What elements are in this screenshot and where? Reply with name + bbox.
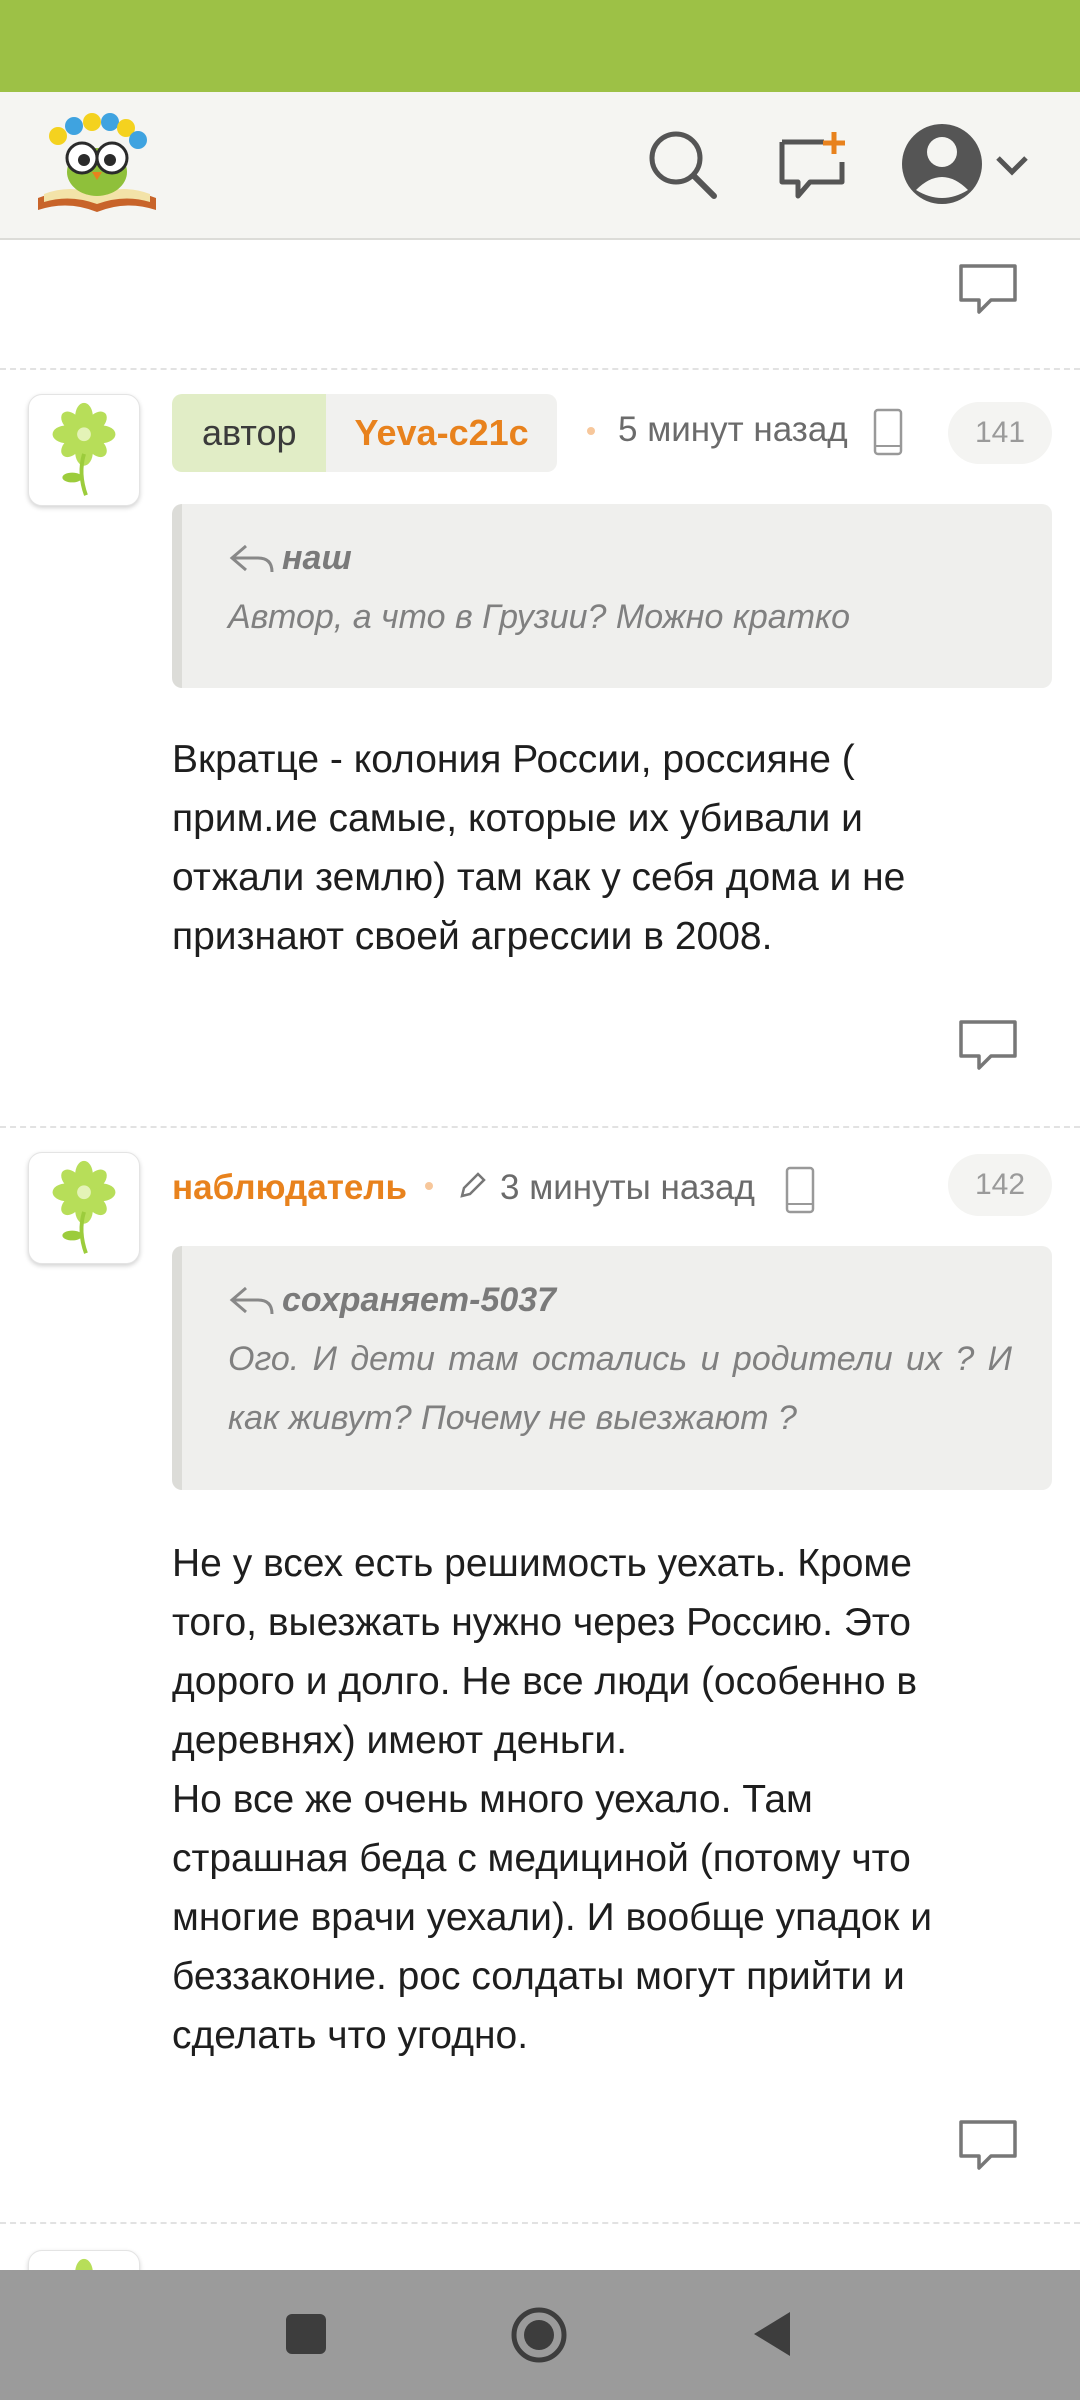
separator-dot [587,427,595,435]
back-button[interactable] [750,2310,794,2363]
search-icon[interactable] [644,126,720,202]
quote-text: Автор, а что в Грузии? Можно кратко [228,598,850,636]
post-number[interactable]: 142 [948,1154,1052,1216]
post-body: Не у всех есть решимость уехать. Кроме т… [172,1542,933,2057]
separator-dot [425,1182,433,1190]
home-button[interactable] [510,2306,568,2369]
reply-arrow-icon [229,1286,274,1315]
post-divider [0,2222,1080,2224]
quote-author: наш [282,538,352,577]
user-avatar[interactable] [28,2250,140,2270]
reply-icon[interactable] [957,2118,1019,2174]
comments-feed: автор Yeva-c21c 5 минут назад 141 наш Ав… [0,242,1080,2270]
author-badge[interactable]: автор Yeva-c21c [172,394,557,472]
site-logo[interactable] [34,106,160,218]
reply-icon[interactable] [957,262,1019,318]
status-bar [0,0,1080,92]
recents-button[interactable] [284,2312,328,2361]
quoted-comment[interactable]: наш Автор, а что в Грузии? Можно кратко [172,504,1052,688]
user-avatar[interactable] [28,394,140,506]
mobile-device-icon [785,1166,815,1214]
mobile-device-icon [873,408,903,456]
pencil-icon [458,1170,488,1200]
post-body: Вкратце - колония России, россияне ( при… [172,738,906,958]
post-divider [0,1126,1080,1128]
quote-text: Ого. И дети там остались и родители их ?… [228,1340,1012,1437]
post-time: 3 минуты назад [500,1168,755,1207]
quote-author: сохраняет-5037 [282,1280,557,1319]
quoted-comment[interactable]: сохраняет-5037 Ого. И дети там остались … [172,1246,1052,1490]
post-number[interactable]: 141 [948,402,1052,464]
profile-menu-button[interactable] [900,120,1040,210]
author-role-label: автор [172,394,327,472]
new-post-icon[interactable] [776,128,852,204]
post-time: 5 минут назад [618,410,848,449]
reply-icon[interactable] [957,1018,1019,1074]
system-navigation-bar [0,2270,1080,2400]
reply-arrow-icon [229,544,274,573]
post-divider [0,368,1080,370]
username[interactable]: Yeva-c21c [326,394,557,472]
app-header [0,92,1080,240]
username[interactable]: наблюдатель [172,1168,407,1208]
user-avatar[interactable] [28,1152,140,1264]
